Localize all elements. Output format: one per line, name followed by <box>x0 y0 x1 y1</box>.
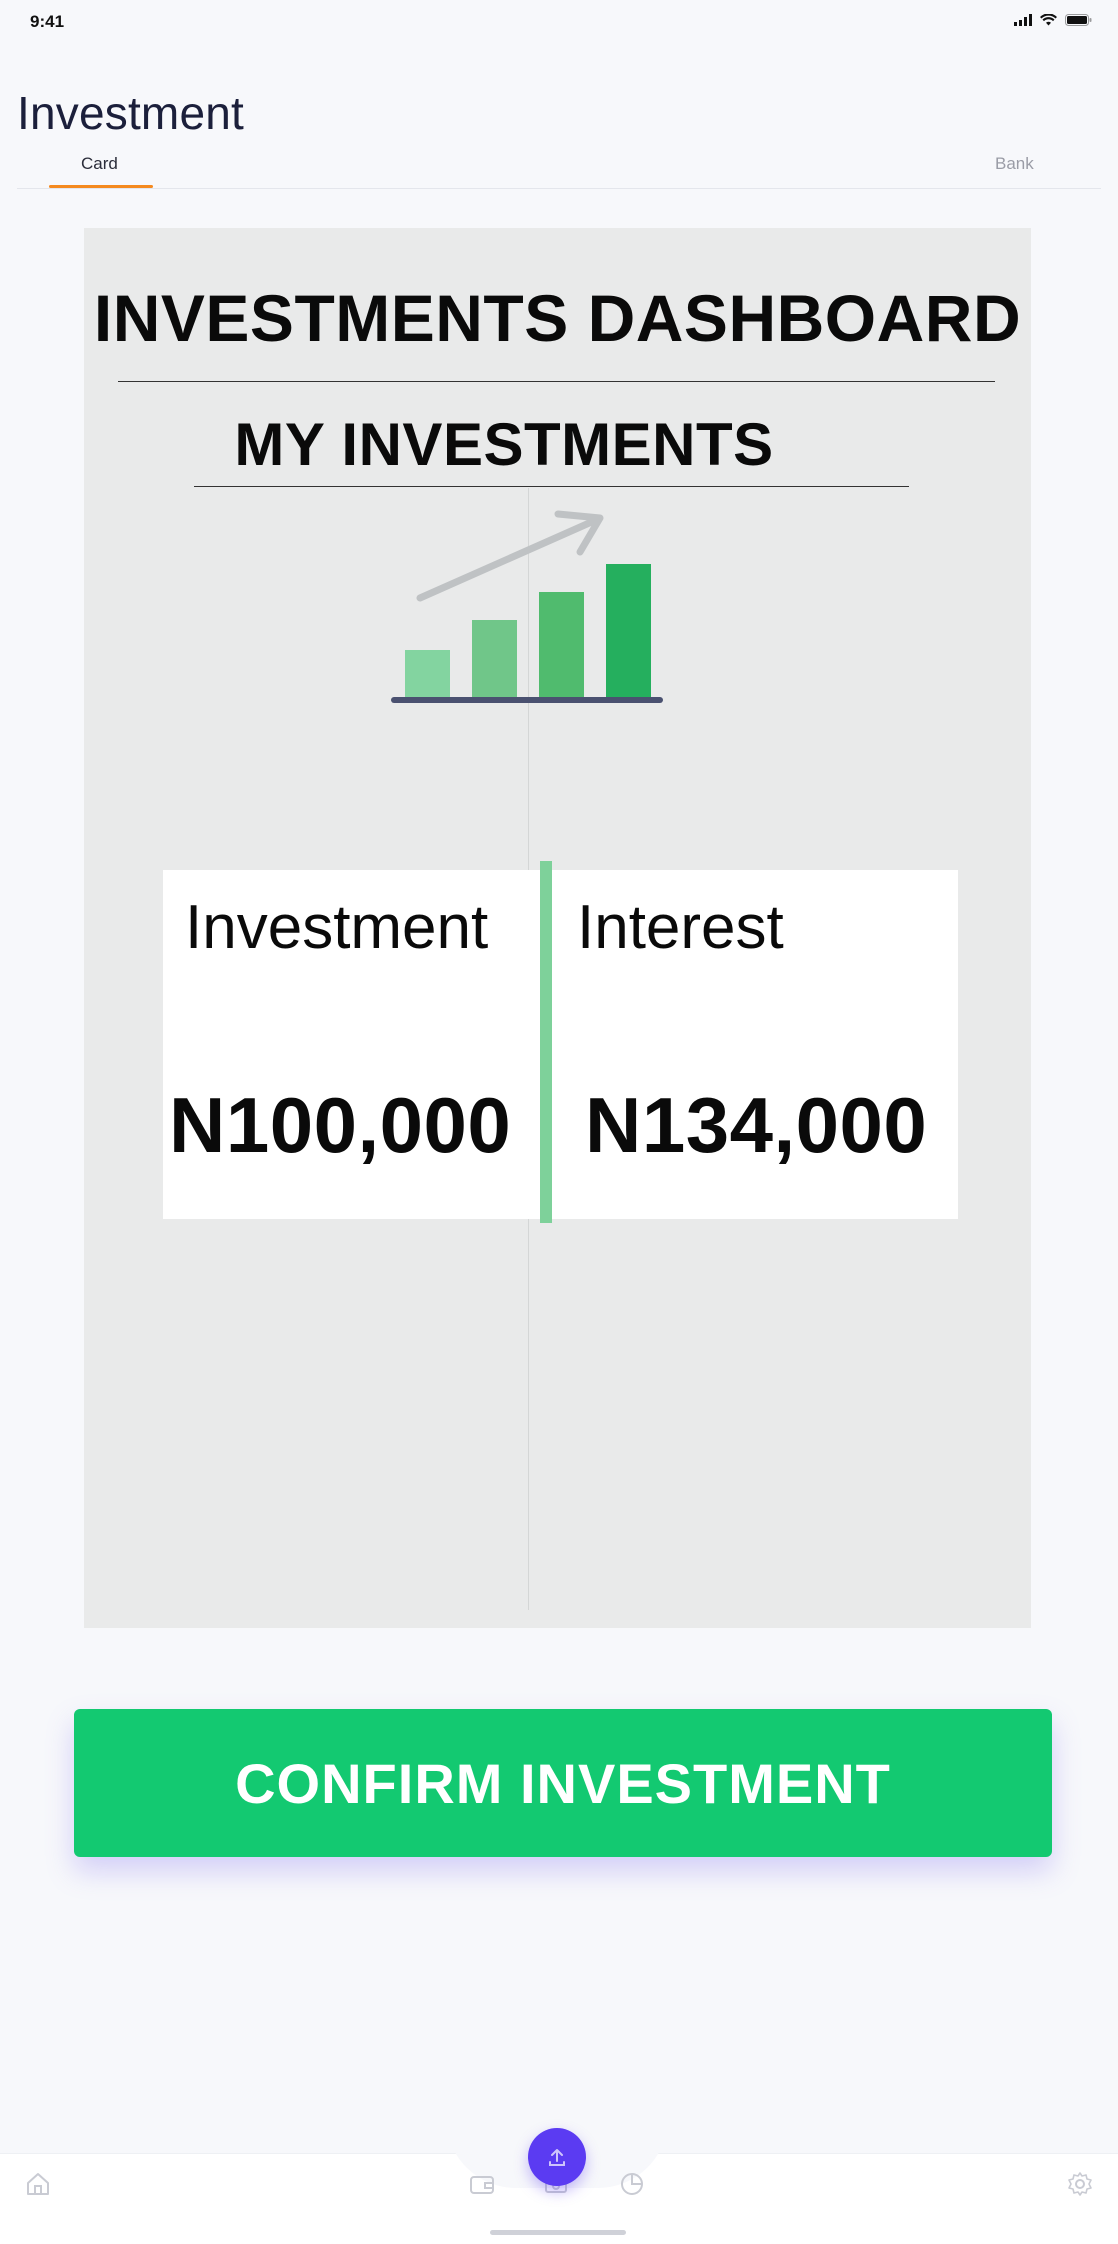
status-time: 9:41 <box>30 12 65 31</box>
wallet-icon[interactable] <box>468 2170 496 2198</box>
pie-chart-icon[interactable] <box>618 2170 646 2198</box>
tab-bank[interactable]: Bank <box>995 154 1034 174</box>
settings-icon[interactable] <box>1066 2170 1094 2198</box>
interest-value: N134,000 <box>585 1081 928 1169</box>
dashboard-subtitle: MY INVESTMENTS <box>234 411 774 478</box>
signal-icon <box>1014 14 1032 26</box>
tab-bar: Card Bank <box>17 148 1101 189</box>
status-icons <box>1014 14 1092 26</box>
upload-fab-button[interactable] <box>528 2128 586 2186</box>
interest-label: Interest <box>577 893 784 962</box>
home-indicator <box>490 2230 626 2235</box>
stats-divider <box>540 861 552 1223</box>
dashboard-title: INVESTMENTS DASHBOARD <box>93 281 1022 355</box>
bar-chart-growth-icon <box>391 510 663 703</box>
home-icon[interactable] <box>24 2170 52 2198</box>
investments-dashboard-card: INVESTMENTS DASHBOARD MY INVESTMENTS Inv… <box>84 228 1031 1628</box>
upload-icon <box>549 2149 565 2166</box>
battery-icon <box>1065 14 1092 26</box>
wifi-icon <box>1040 14 1057 26</box>
page-title: Investment <box>17 87 244 139</box>
tab-card[interactable]: Card <box>81 154 118 174</box>
status-bar: 9:41 <box>0 0 1118 48</box>
confirm-investment-button[interactable]: CONFIRM INVESTMENT <box>74 1709 1052 1857</box>
title-divider <box>118 381 995 382</box>
investment-value: N100,000 <box>169 1081 512 1169</box>
subtitle-divider <box>194 486 909 487</box>
investment-label: Investment <box>185 893 489 962</box>
investment-stats-panel: Investment Interest N100,000 N134,000 <box>163 861 958 1223</box>
tab-active-indicator <box>49 185 153 188</box>
